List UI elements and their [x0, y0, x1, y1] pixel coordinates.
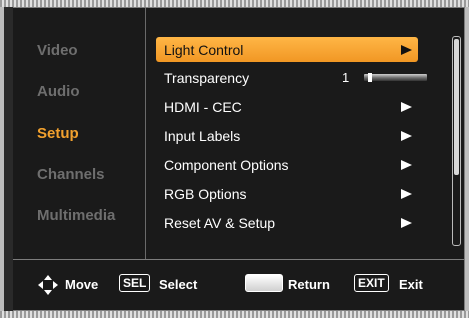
sel-key: SEL: [119, 274, 151, 292]
menu-item-reset-av-setup[interactable]: Reset AV & Setup: [156, 210, 418, 235]
menu-item-label: Input Labels: [164, 128, 241, 144]
menu-scrollbar[interactable]: [452, 36, 461, 246]
exit-hint-label: Exit: [399, 277, 423, 292]
category-sidebar: Video Audio Setup Channels Multimedia: [13, 8, 146, 259]
bottom-dotted-border: [0, 311, 469, 318]
top-dotted-border: [0, 0, 469, 7]
menu-item-label: Transparency: [164, 70, 250, 86]
return-key-icon: [245, 274, 283, 292]
arrow-right-icon: [401, 189, 412, 199]
menu-item-hdmi-cec[interactable]: HDMI - CEC: [156, 94, 418, 119]
menu-item-label: Component Options: [164, 157, 289, 173]
menu-item-label: RGB Options: [164, 186, 247, 202]
exit-key: EXIT: [354, 274, 389, 292]
sidebar-item-setup[interactable]: Setup: [37, 125, 79, 142]
arrow-right-icon: [401, 160, 412, 170]
menu-item-component-options[interactable]: Component Options: [156, 152, 418, 177]
menu-item-light-control[interactable]: Light Control: [156, 37, 418, 62]
menu-item-label: Light Control: [164, 42, 244, 58]
menu-item-input-labels[interactable]: Input Labels: [156, 123, 418, 148]
arrow-right-icon: [401, 45, 412, 55]
menu-item-label: Reset AV & Setup: [164, 215, 276, 231]
sidebar-item-channels[interactable]: Channels: [37, 166, 105, 183]
sidebar-item-video[interactable]: Video: [37, 42, 78, 59]
arrow-right-icon: [401, 131, 412, 141]
menu-item-rgb-options[interactable]: RGB Options: [156, 181, 418, 206]
scrollbar-thumb[interactable]: [454, 39, 459, 175]
menu-item-label: HDMI - CEC: [164, 99, 242, 115]
transparency-slider[interactable]: [364, 73, 427, 82]
move-hint-label: Move: [65, 277, 99, 292]
sidebar-item-audio[interactable]: Audio: [37, 83, 80, 100]
menu-item-transparency[interactable]: Transparency 1: [156, 65, 427, 90]
return-hint-label: Return: [288, 277, 330, 292]
move-arrows-icon: [38, 275, 58, 295]
select-hint-label: Select: [159, 277, 198, 292]
sidebar-item-multimedia[interactable]: Multimedia: [37, 207, 115, 224]
footer-hints: Move SEL Select Return EXIT Exit: [13, 260, 464, 310]
setup-menu: Light Control Transparency 1 HDMI - CEC …: [146, 8, 464, 259]
arrow-right-icon: [401, 218, 412, 228]
slider-knob[interactable]: [368, 73, 372, 82]
arrow-right-icon: [401, 102, 412, 112]
transparency-value: 1: [342, 70, 350, 85]
